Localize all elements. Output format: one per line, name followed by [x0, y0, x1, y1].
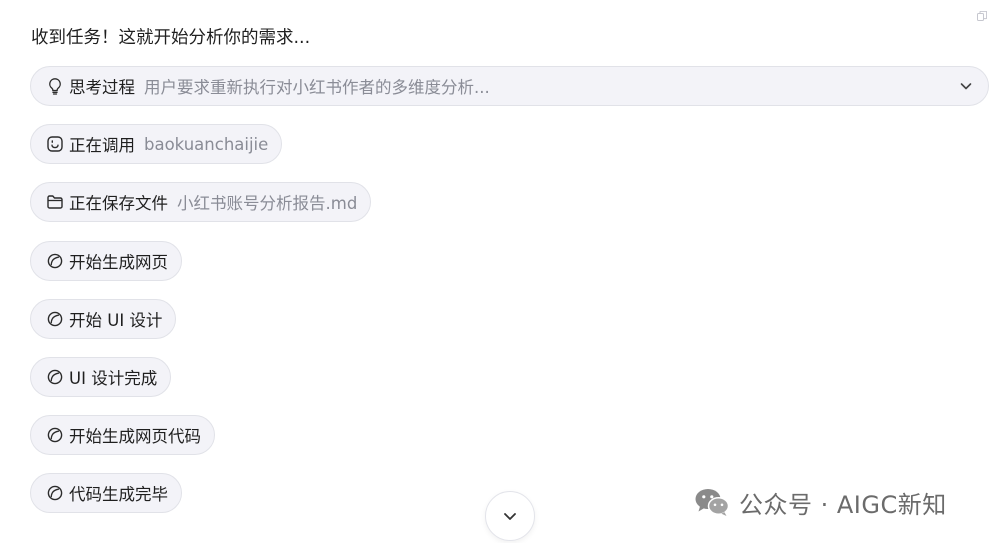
step-label: 开始 UI 设计 [69, 311, 163, 330]
step-pill-ui-design-start[interactable]: 开始 UI 设计 [30, 299, 177, 339]
watermark-text: 公众号 · AIGC新知 [739, 490, 947, 519]
spinner-icon [47, 427, 63, 443]
spinner-icon [47, 311, 63, 327]
step-pill-generate-page[interactable]: 开始生成网页 [30, 241, 182, 281]
assistant-intro-text: 收到任务！这就开始分析你的需求... [31, 28, 311, 48]
step-label: 正在调用 [69, 136, 135, 155]
tool-icon [47, 136, 63, 152]
step-label: 开始生成网页代码 [69, 427, 201, 446]
step-pill-tool-call[interactable]: 正在调用 baokuanchaijie [30, 124, 283, 164]
step-detail: baokuanchaijie [144, 134, 269, 154]
chevron-down-icon [504, 513, 516, 520]
spinner-icon [47, 369, 63, 385]
watermark: 公众号 · AIGC新知 [694, 484, 947, 520]
step-pill-ui-design-done[interactable]: UI 设计完成 [30, 357, 172, 397]
step-pill-generate-code[interactable]: 开始生成网页代码 [30, 415, 215, 455]
scroll-to-bottom-button[interactable] [485, 491, 535, 541]
folder-icon [47, 195, 63, 209]
spinner-icon [47, 485, 63, 501]
lightbulb-icon [49, 78, 61, 95]
step-label: 正在保存文件 [69, 194, 168, 213]
spinner-icon [47, 253, 63, 269]
copy-icon[interactable] [977, 11, 987, 21]
step-label: UI 设计完成 [69, 369, 158, 388]
thinking-summary: 用户要求重新执行对小红书作者的多维度分析... [144, 78, 490, 97]
step-label: 代码生成完毕 [69, 485, 168, 504]
step-pill-save-file[interactable]: 正在保存文件 小红书账号分析报告.md [30, 182, 372, 222]
thinking-label: 思考过程 [69, 78, 135, 97]
step-label: 开始生成网页 [69, 253, 168, 272]
step-pill-code-done[interactable]: 代码生成完毕 [30, 473, 182, 513]
chevron-down-icon [960, 83, 972, 90]
step-detail: 小红书账号分析报告.md [177, 194, 358, 213]
thinking-process-toggle[interactable]: 思考过程 用户要求重新执行对小红书作者的多维度分析... [30, 66, 989, 106]
wechat-logo-icon [695, 489, 730, 516]
